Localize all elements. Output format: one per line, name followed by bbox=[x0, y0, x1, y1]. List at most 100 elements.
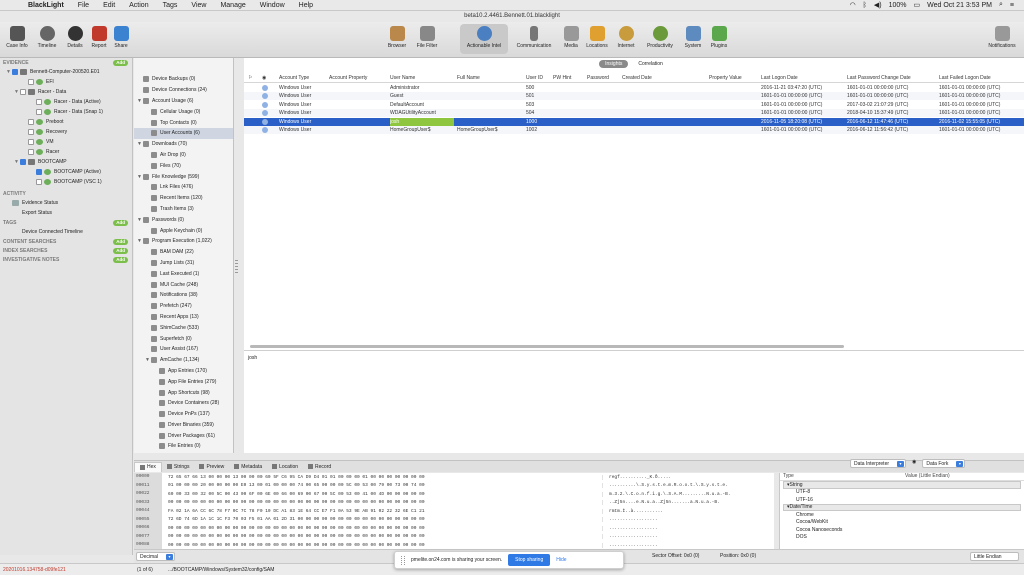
category-item[interactable]: User Accounts (6) bbox=[134, 127, 233, 139]
column-header[interactable]: Password bbox=[587, 75, 619, 81]
category-item[interactable]: Cellular Usage (0) bbox=[134, 106, 233, 117]
content-searches-header[interactable]: CONTENT SEARCHES Add bbox=[0, 237, 132, 246]
internet-button[interactable]: Internet bbox=[611, 26, 641, 49]
category-item[interactable]: ▼ Program Execution (1,022) bbox=[134, 236, 233, 247]
evidence-tree-item[interactable]: Racer - Data (Snap 1) bbox=[0, 107, 132, 117]
tab-strings[interactable]: Strings bbox=[162, 462, 195, 472]
category-item[interactable]: Lnk Files (476) bbox=[134, 182, 233, 193]
column-header[interactable]: PW Hint bbox=[553, 75, 585, 81]
interpreter-row[interactable]: UTF-8 bbox=[780, 489, 1024, 497]
menu-window[interactable]: Window bbox=[260, 2, 285, 9]
tab-insights[interactable]: Insights bbox=[599, 60, 629, 68]
menu-manage[interactable]: Manage bbox=[220, 2, 245, 9]
evidence-tree-item[interactable]: ▼ Bennett-Computer-200520.E01 bbox=[0, 67, 132, 77]
stop-sharing-button[interactable]: Stop sharing bbox=[508, 554, 551, 566]
category-item[interactable]: Top Contacts (0) bbox=[134, 117, 233, 128]
index-searches-header[interactable]: INDEX SEARCHES Add bbox=[0, 246, 132, 255]
interpreter-row[interactable]: UTF-16 bbox=[780, 496, 1024, 504]
tag-device-connected-timeline[interactable]: Device Connected Timeline bbox=[0, 227, 132, 237]
evidence-section-header[interactable]: EVIDENCE Add bbox=[0, 58, 132, 67]
evidence-checkbox[interactable] bbox=[12, 69, 18, 75]
hide-button[interactable]: Hide bbox=[556, 557, 566, 563]
evidence-checkbox[interactable] bbox=[36, 179, 42, 185]
category-item[interactable]: Trash Items (3) bbox=[134, 204, 233, 215]
column-header[interactable]: Account Type bbox=[279, 75, 327, 81]
search-icon[interactable]: ⌕ bbox=[999, 1, 1003, 9]
category-item[interactable]: Air Drop (0) bbox=[134, 150, 233, 161]
battery-percent[interactable]: 100% bbox=[889, 2, 907, 9]
clock[interactable]: Wed Oct 21 3:53 PM bbox=[927, 2, 992, 9]
column-header[interactable]: Last Failed Logon Date bbox=[939, 75, 1023, 81]
evidence-checkbox[interactable] bbox=[36, 169, 42, 175]
category-item[interactable]: Device Backups (0) bbox=[134, 74, 233, 85]
wifi-icon[interactable]: ◠ bbox=[850, 1, 856, 9]
category-item[interactable]: Prefetch (247) bbox=[134, 301, 233, 312]
evidence-checkbox[interactable] bbox=[28, 139, 34, 145]
actionable-intel-button[interactable]: Actionable Intel bbox=[460, 24, 508, 54]
evidence-tree-item[interactable]: BOOTCAMP (Active) bbox=[0, 167, 132, 177]
tags-section-header[interactable]: TAGS Add bbox=[0, 218, 132, 227]
category-item[interactable]: BAM DAM (22) bbox=[134, 247, 233, 258]
hex-viewer[interactable]: 00000 72 65 67 66 13 00 00 00 13 00 00 00… bbox=[134, 473, 774, 558]
horizontal-scrollbar[interactable] bbox=[250, 345, 844, 348]
evidence-checkbox[interactable] bbox=[28, 119, 34, 125]
evidence-tree-item[interactable]: EFI bbox=[0, 77, 132, 87]
interpreter-row[interactable]: Cocoa Nanoseconds bbox=[780, 526, 1024, 534]
disclosure-triangle-icon[interactable]: ▼ bbox=[136, 217, 143, 223]
activity-export-status[interactable]: Export Status bbox=[0, 208, 132, 218]
category-item[interactable]: Notifications (38) bbox=[134, 290, 233, 301]
column-header[interactable]: Created Date bbox=[622, 75, 706, 81]
evidence-tree-item[interactable]: ▼ BOOTCAMP bbox=[0, 157, 132, 167]
pane-splitter[interactable] bbox=[235, 260, 238, 274]
productivity-button[interactable]: Productivity bbox=[642, 26, 678, 49]
evidence-checkbox[interactable] bbox=[28, 149, 34, 155]
eye-icon[interactable]: ◉ bbox=[912, 459, 916, 469]
evidence-tree-item[interactable]: VM bbox=[0, 137, 132, 147]
category-item[interactable]: Apple Keychain (0) bbox=[134, 225, 233, 236]
table-row[interactable]: Windows User HomeGroupUser$ HomeGroupUser$… bbox=[244, 126, 1024, 134]
add-evidence-button[interactable]: Add bbox=[113, 59, 128, 66]
column-header[interactable]: User Name bbox=[390, 75, 454, 81]
disclosure-triangle-icon[interactable]: ▼ bbox=[136, 98, 143, 104]
category-item[interactable]: ▼ Passwords (0) bbox=[134, 214, 233, 225]
control-center-icon[interactable]: ≡ bbox=[1010, 2, 1014, 9]
hex-row[interactable]: 00022 60 00 33 00 32 00 5C 00 43 00 6F 00… bbox=[134, 490, 774, 499]
tab-record[interactable]: Record bbox=[303, 462, 336, 472]
evidence-checkbox[interactable] bbox=[36, 109, 42, 115]
menu-app[interactable]: BlackLight bbox=[28, 2, 64, 9]
evidence-checkbox[interactable] bbox=[28, 79, 34, 85]
tab-hex[interactable]: Hex bbox=[134, 461, 162, 472]
data-fork-select[interactable]: Data Fork ▾ bbox=[922, 459, 966, 468]
hex-row[interactable]: 00066 00 00 00 00 00 00 00 00 00 00 00 00… bbox=[134, 524, 774, 533]
category-item[interactable]: ShimCache (533) bbox=[134, 322, 233, 333]
category-item[interactable]: User Assist (167) bbox=[134, 344, 233, 355]
evidence-tree-item[interactable]: Preboot bbox=[0, 117, 132, 127]
category-item[interactable]: Driver Binaries (359) bbox=[134, 420, 233, 431]
disclosure-triangle-icon[interactable]: ▼ bbox=[136, 238, 143, 244]
category-item[interactable]: ▼ File Knowledge (599) bbox=[134, 171, 233, 182]
file-filter-button[interactable]: File Filter bbox=[412, 26, 442, 49]
evidence-tree-item[interactable]: Racer - Data (Active) bbox=[0, 97, 132, 107]
menu-tags[interactable]: Tags bbox=[163, 2, 178, 9]
add-note-button[interactable]: Add bbox=[113, 256, 128, 263]
timeline-button[interactable]: Timeline bbox=[32, 26, 62, 49]
column-header[interactable]: Last Logon Date bbox=[761, 75, 845, 81]
data-interpreter-select[interactable]: Data Interpreter ▾ bbox=[850, 459, 907, 468]
menu-file[interactable]: File bbox=[78, 2, 89, 9]
hex-row[interactable]: 00077 00 00 00 00 00 00 00 00 00 00 00 00… bbox=[134, 532, 774, 541]
evidence-tree-item[interactable]: Recovery bbox=[0, 127, 132, 137]
interpreter-group[interactable]: ▾ String bbox=[783, 481, 1021, 489]
category-item[interactable]: App Shortcuts (98) bbox=[134, 387, 233, 398]
tab-preview[interactable]: Preview bbox=[194, 462, 229, 472]
add-index-search-button[interactable]: Add bbox=[113, 247, 128, 254]
category-item[interactable]: ▼ Account Usage (6) bbox=[134, 96, 233, 107]
column-header[interactable]: User ID bbox=[526, 75, 550, 81]
add-tag-button[interactable]: Add bbox=[113, 219, 128, 226]
evidence-tree-item[interactable]: BOOTCAMP (VSC 1) bbox=[0, 177, 132, 187]
status-column-icon[interactable]: ◉ bbox=[262, 75, 266, 81]
case-info-button[interactable]: Case Info bbox=[2, 26, 32, 49]
menu-view[interactable]: View bbox=[191, 2, 206, 9]
category-item[interactable]: Files (70) bbox=[134, 160, 233, 171]
category-item[interactable]: Last Executed (1) bbox=[134, 268, 233, 279]
column-header[interactable]: Last Password Change Date bbox=[847, 75, 937, 81]
